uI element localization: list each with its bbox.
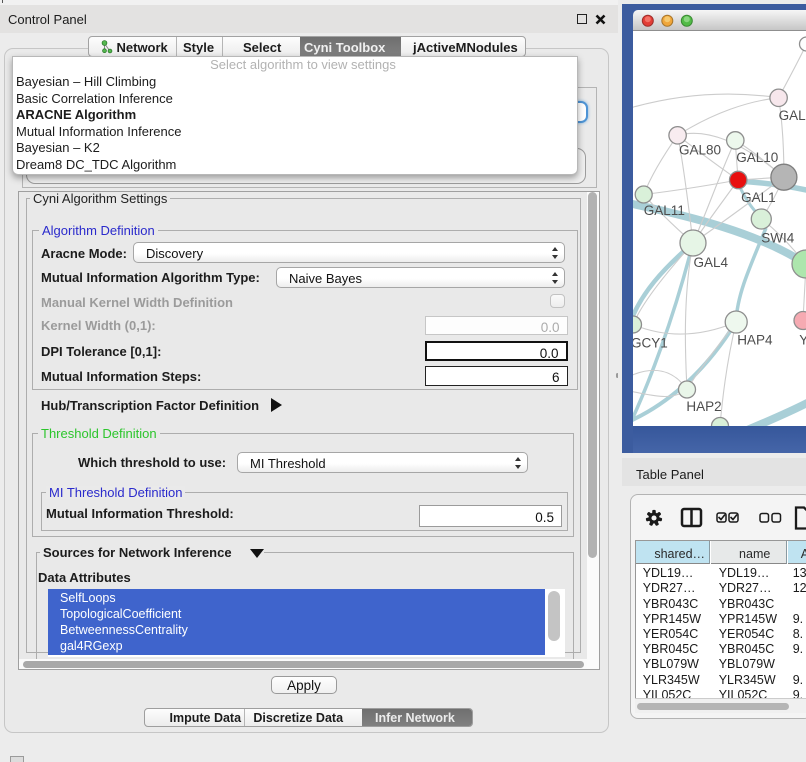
svg-text:HAP4: HAP4	[737, 333, 773, 348]
svg-text:GAL80: GAL80	[679, 143, 721, 158]
svg-text:GAL4: GAL4	[694, 255, 729, 270]
svg-text:SWI4: SWI4	[761, 231, 794, 246]
svg-text:HAP2: HAP2	[686, 399, 721, 414]
svg-text:GAL11: GAL11	[644, 203, 685, 218]
svg-text:GAL10: GAL10	[736, 150, 778, 165]
svg-text:YJ: YJ	[799, 333, 806, 348]
svg-text:GCY1: GCY1	[633, 336, 668, 351]
svg-text:GAL7: GAL7	[779, 108, 806, 123]
svg-text:GAL1: GAL1	[741, 190, 776, 205]
